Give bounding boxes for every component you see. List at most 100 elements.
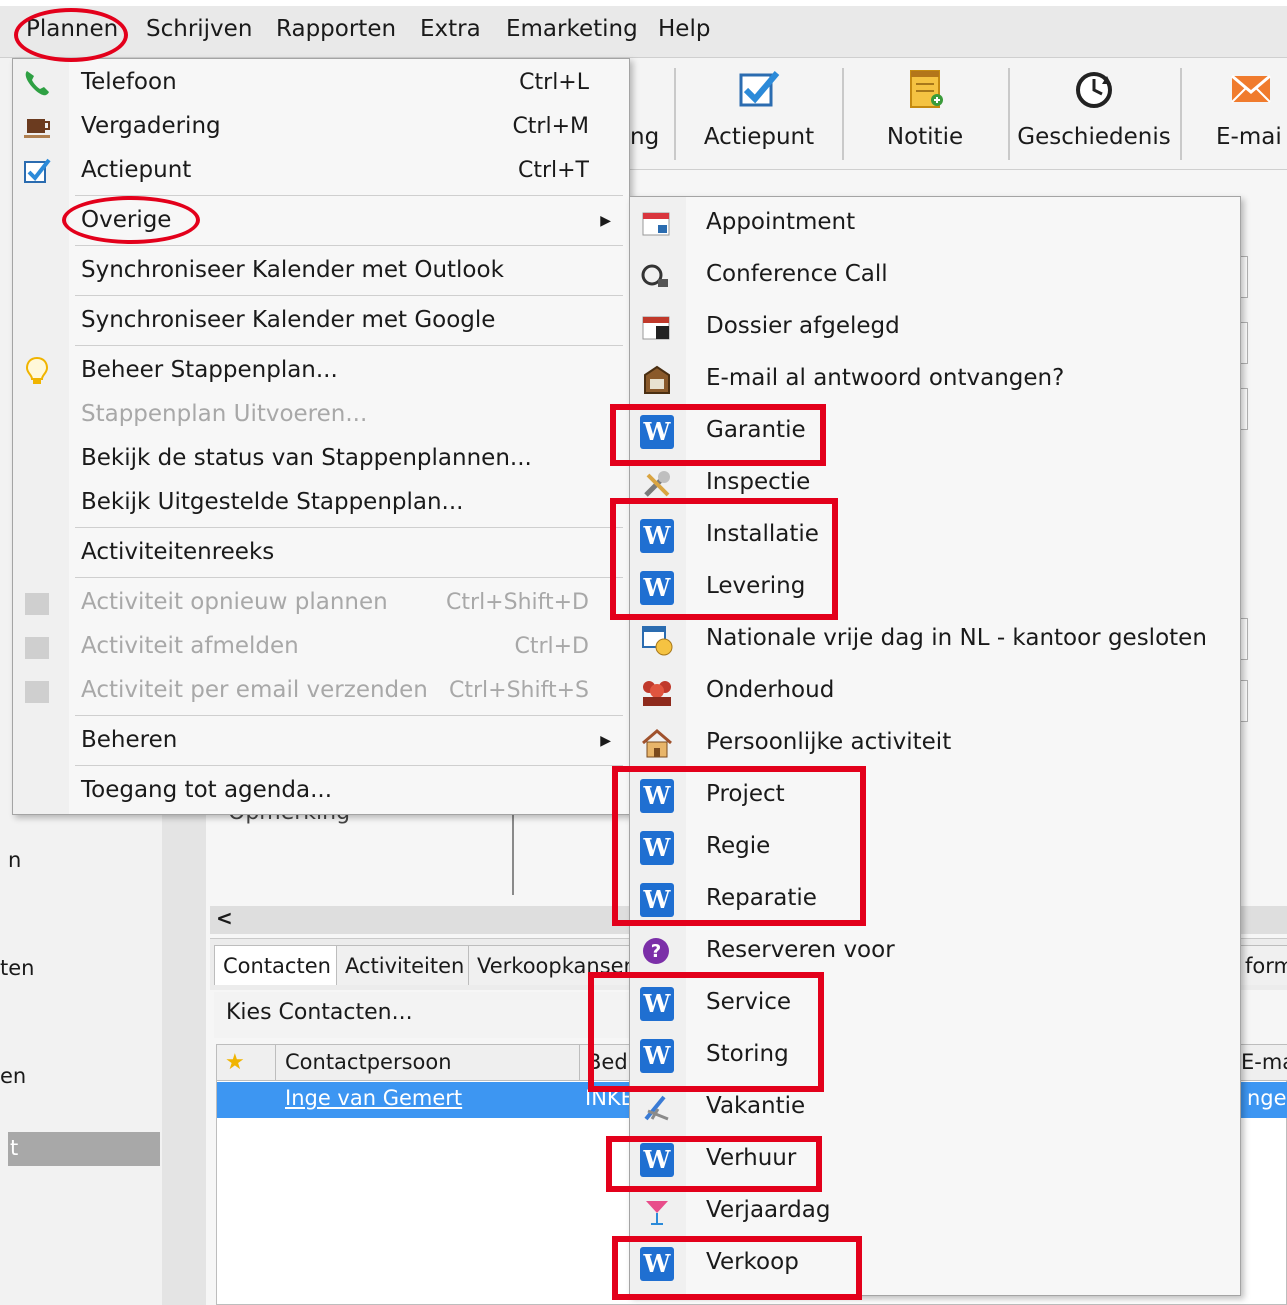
question-icon: ? bbox=[643, 938, 669, 964]
menu-item-telefoon[interactable]: Telefoon bbox=[81, 69, 177, 95]
menu-separator bbox=[75, 345, 623, 346]
left-nav-fragment: t bbox=[10, 1136, 19, 1160]
calendar-icon bbox=[642, 212, 670, 236]
lightbulb-icon bbox=[25, 356, 49, 384]
choose-contacts-button[interactable]: Kies Contacten... bbox=[214, 992, 634, 1038]
note-icon bbox=[910, 70, 943, 108]
calendar-disabled-icon bbox=[25, 681, 49, 703]
toolbar-notitie-button[interactable]: Notitie bbox=[844, 58, 1006, 166]
coffee-icon bbox=[24, 119, 50, 138]
menu-item-per-email-verzenden: Activiteit per email verzenden bbox=[81, 677, 428, 703]
submenu-arrow-icon: ▶ bbox=[600, 733, 611, 749]
submenu-item-dossier-afgelegd[interactable]: Dossier afgelegd bbox=[706, 313, 900, 339]
column-divider bbox=[579, 1045, 580, 1081]
toolbar-label: Geschiedenis bbox=[1017, 124, 1171, 150]
menu-item-toegang-agenda[interactable]: Toegang tot agenda... bbox=[81, 777, 332, 803]
submenu-item-conference-call[interactable]: Conference Call bbox=[706, 261, 888, 287]
history-icon bbox=[1076, 72, 1112, 108]
toolbar-label: E-mai bbox=[1216, 124, 1282, 150]
calendar-disabled-icon bbox=[25, 593, 49, 615]
menu-emarketing[interactable]: Emarketing bbox=[506, 16, 638, 42]
scroll-left-icon[interactable]: < bbox=[216, 906, 233, 930]
group-icon bbox=[643, 681, 671, 706]
conference-call-icon bbox=[641, 264, 668, 287]
star-icon[interactable]: ★ bbox=[225, 1050, 245, 1075]
contact-link[interactable]: Inge van Gemert bbox=[285, 1086, 462, 1110]
toolbar-label: Actiepunt bbox=[703, 124, 815, 150]
annotation-ellipse bbox=[62, 196, 200, 244]
submenu-item-reserveren-voor[interactable]: Reserveren voor bbox=[706, 937, 895, 963]
menu-separator bbox=[75, 195, 623, 196]
shortcut-vergadering: Ctrl+M bbox=[512, 114, 589, 139]
shortcut-telefoon: Ctrl+L bbox=[519, 70, 589, 95]
annotation-rectangle bbox=[606, 1136, 822, 1192]
toolbar-geschiedenis-button[interactable]: Geschiedenis bbox=[1010, 58, 1178, 166]
submenu-item-nationale-vrije-dag[interactable]: Nationale vrije dag in NL - kantoor gesl… bbox=[706, 625, 1207, 651]
menu-bar: Plannen Schrijven Rapporten Extra Emarke… bbox=[0, 6, 1287, 58]
submenu-item-inspectie[interactable]: Inspectie bbox=[706, 469, 810, 495]
beach-chair-icon bbox=[644, 1095, 669, 1121]
toolbar: ng Actiepunt Notitie Geschiedenis E-mai bbox=[630, 58, 1287, 170]
left-pane-splitter[interactable] bbox=[162, 810, 206, 1305]
menu-item-uitgestelde-stappenplan[interactable]: Bekijk Uitgestelde Stappenplan... bbox=[81, 489, 464, 515]
annotation-ellipse bbox=[14, 8, 128, 62]
tools-icon bbox=[644, 471, 670, 497]
toolbar-actiepunt-button[interactable]: Actiepunt bbox=[678, 58, 840, 166]
menu-item-sync-google[interactable]: Synchroniseer Kalender met Google bbox=[81, 307, 495, 333]
menu-item-stappenplan-uitvoeren: Stappenplan Uitvoeren... bbox=[81, 401, 368, 427]
shortcut-opnieuw-plannen: Ctrl+Shift+D bbox=[446, 590, 589, 615]
menu-help[interactable]: Help bbox=[658, 16, 710, 42]
menu-item-afmelden: Activiteit afmelden bbox=[81, 633, 299, 659]
menu-schrijven[interactable]: Schrijven bbox=[146, 16, 252, 42]
house-icon bbox=[642, 729, 672, 758]
annotation-rectangle bbox=[588, 972, 824, 1092]
menu-separator bbox=[75, 527, 623, 528]
checkbox-icon bbox=[739, 71, 780, 107]
annotation-rectangle bbox=[612, 766, 866, 926]
menu-item-beheren[interactable]: Beheren bbox=[81, 727, 177, 753]
submenu-item-appointment[interactable]: Appointment bbox=[706, 209, 855, 235]
toolbar-partial-label: ng bbox=[630, 124, 660, 150]
submenu-item-email-antwoord[interactable]: E-mail al antwoord ontvangen? bbox=[706, 365, 1064, 391]
column-header-contactpersoon[interactable]: Contactpersoon bbox=[285, 1050, 452, 1074]
menu-item-status-stappenplannen[interactable]: Bekijk de status van Stappenplannen... bbox=[81, 445, 532, 471]
cocktail-icon bbox=[646, 1201, 668, 1225]
menu-separator bbox=[75, 245, 623, 246]
menu-item-opnieuw-plannen: Activiteit opnieuw plannen bbox=[81, 589, 388, 615]
overige-submenu: Appointment Conference Call Dossier afge… bbox=[629, 196, 1241, 1296]
svg-text:?: ? bbox=[651, 941, 661, 962]
menu-item-beheer-stappenplan[interactable]: Beheer Stappenplan... bbox=[81, 357, 338, 383]
toolbar-button-partial[interactable]: ng bbox=[630, 58, 670, 166]
menu-item-activiteitenreeks[interactable]: Activiteitenreeks bbox=[81, 539, 274, 565]
mailbox-icon bbox=[644, 365, 670, 394]
menu-item-sync-outlook[interactable]: Synchroniseer Kalender met Outlook bbox=[81, 257, 504, 283]
toolbar-label: Notitie bbox=[886, 124, 964, 150]
toolbar-separator bbox=[1180, 68, 1182, 160]
annotation-rectangle bbox=[610, 404, 826, 466]
left-nav-selected-item[interactable]: t bbox=[8, 1132, 160, 1166]
submenu-item-vakantie[interactable]: Vakantie bbox=[706, 1093, 805, 1119]
menu-extra[interactable]: Extra bbox=[420, 16, 481, 42]
left-nav-fragment[interactable]: n bbox=[8, 848, 21, 872]
shortcut-actiepunt: Ctrl+T bbox=[517, 158, 589, 183]
menu-rapporten[interactable]: Rapporten bbox=[276, 16, 396, 42]
menu-separator bbox=[75, 765, 623, 766]
shortcut-per-email-verzenden: Ctrl+Shift+S bbox=[449, 678, 589, 703]
menu-item-vergadering[interactable]: Vergadering bbox=[81, 113, 221, 139]
submenu-item-persoonlijke-activiteit[interactable]: Persoonlijke activiteit bbox=[706, 729, 951, 755]
tab-contacten[interactable]: Contacten bbox=[214, 945, 340, 985]
toolbar-email-button[interactable]: E-mai bbox=[1184, 58, 1287, 166]
menu-item-actiepunt[interactable]: Actiepunt bbox=[81, 157, 191, 183]
shortcut-afmelden: Ctrl+D bbox=[514, 634, 589, 659]
left-nav-fragment[interactable]: ten bbox=[0, 956, 34, 980]
checkbox-icon bbox=[24, 158, 51, 183]
submenu-item-onderhoud[interactable]: Onderhoud bbox=[706, 677, 834, 703]
column-header-email[interactable]: E-ma bbox=[1241, 1050, 1287, 1074]
tab-fragment[interactable]: form bbox=[1240, 945, 1287, 985]
tab-activiteiten[interactable]: Activiteiten bbox=[336, 945, 474, 985]
email-icon bbox=[1231, 74, 1271, 103]
column-divider bbox=[275, 1045, 276, 1081]
submenu-item-verjaardag[interactable]: Verjaardag bbox=[706, 1197, 830, 1223]
email-cell[interactable]: nge bbox=[1247, 1086, 1287, 1110]
left-nav-fragment[interactable]: en bbox=[0, 1064, 26, 1088]
